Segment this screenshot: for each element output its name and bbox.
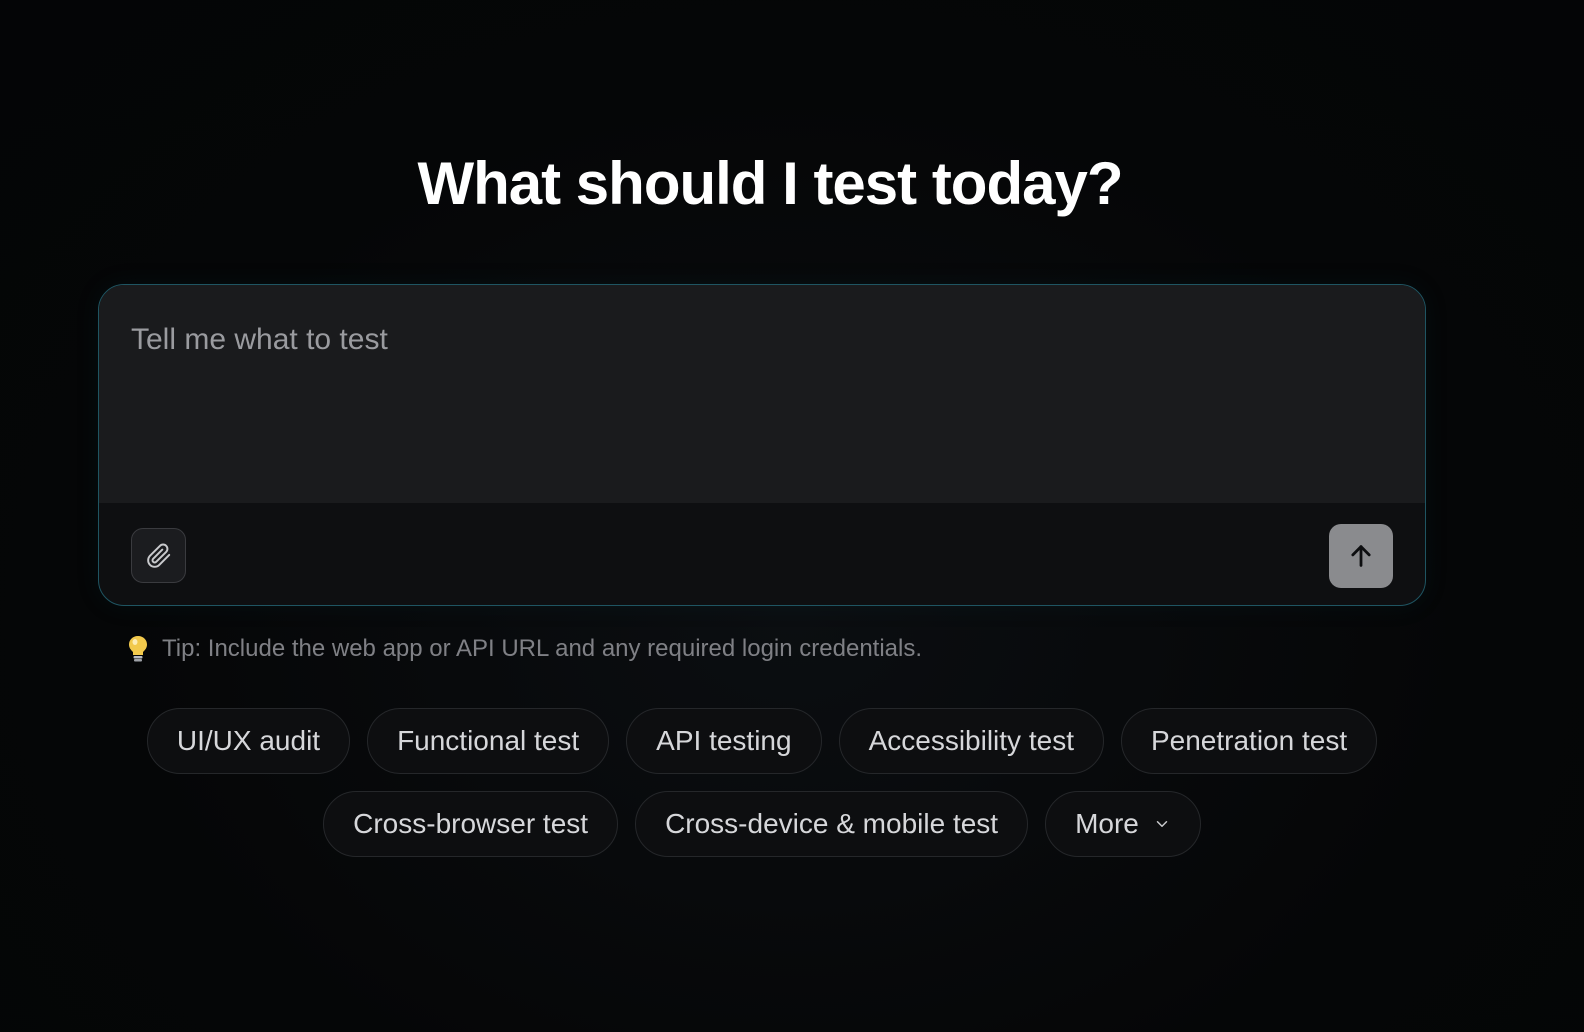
paperclip-icon — [146, 543, 172, 569]
page-title: What should I test today? — [417, 150, 1124, 217]
page-background: What should I test today? Tell me what t… — [0, 0, 1584, 1032]
suggestion-row-1: UI/UX audit Functional test API testing … — [0, 708, 1524, 774]
chip-ui-ux-audit[interactable]: UI/UX audit — [146, 708, 351, 774]
suggestion-row-2: Cross-browser test Cross-device & mobile… — [0, 791, 1524, 857]
send-button[interactable] — [1329, 524, 1393, 588]
chip-cross-browser-test[interactable]: Cross-browser test — [323, 791, 619, 857]
chip-functional-test[interactable]: Functional test — [367, 708, 610, 774]
prompt-composer — [98, 284, 1426, 606]
chip-api-testing[interactable]: API testing — [626, 708, 822, 774]
tip-text: Tip: Include the web app or API URL and … — [162, 635, 923, 662]
prompt-input[interactable] — [99, 285, 1425, 503]
chip-cross-device-mobile-test[interactable]: Cross-device & mobile test — [635, 791, 1029, 857]
chip-accessibility-test[interactable]: Accessibility test — [838, 708, 1104, 774]
chevron-down-icon — [1153, 815, 1171, 833]
more-label: More — [1075, 808, 1139, 839]
more-dropdown-button[interactable]: More — [1045, 791, 1201, 857]
attach-file-button[interactable] — [131, 528, 186, 583]
tip-message: Tip: Include the web app or API URL and … — [126, 634, 922, 664]
chip-penetration-test[interactable]: Penetration test — [1120, 708, 1378, 774]
lightbulb-icon — [126, 634, 150, 664]
arrow-up-icon — [1347, 542, 1375, 570]
